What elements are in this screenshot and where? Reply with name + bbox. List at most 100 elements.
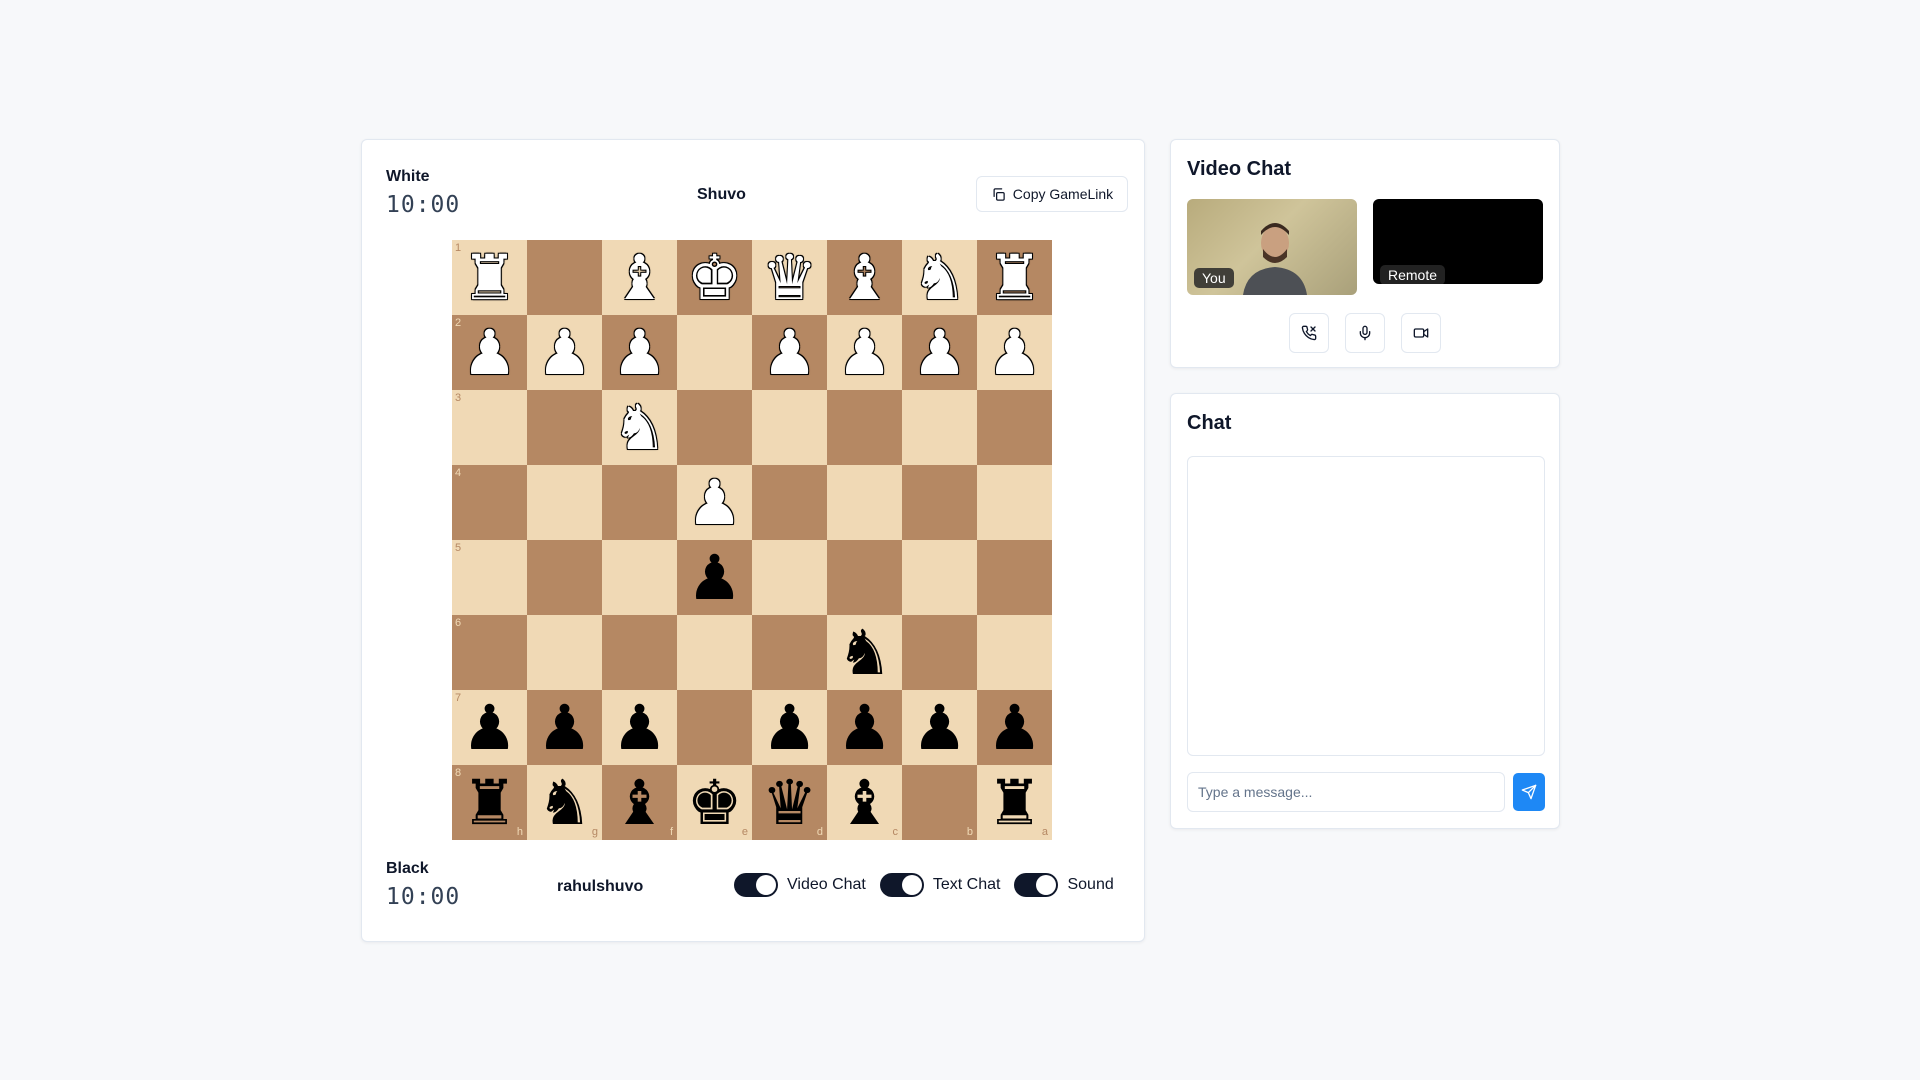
white-pawn-icon[interactable]: ♟ (462, 321, 518, 384)
board-square[interactable] (977, 540, 1052, 615)
board-square[interactable] (602, 540, 677, 615)
video-chat-toggle[interactable] (734, 873, 778, 897)
white-pawn-icon[interactable]: ♟ (537, 321, 593, 384)
black-bishop-icon[interactable]: ♝ (837, 771, 893, 834)
white-rook-icon[interactable]: ♜ (462, 246, 518, 309)
black-pawn-icon[interactable]: ♟ (912, 696, 968, 759)
board-square[interactable] (752, 465, 827, 540)
copy-gamelink-button[interactable]: Copy GameLink (976, 176, 1128, 212)
send-message-button[interactable] (1513, 773, 1545, 811)
chess-board[interactable]: 1 ♜ ♝ ♚ ♛ ♝ ♞ ♜ 2 ♟ ♟ ♟ ♟ ♟ ♟ ♟ 3 ♞ 4 ♟ 5 ♟ 6 ♞ 7 ♟ ♟ ♟ ♟ ♟ ♟ ♟ 8 h ♜ g ♞ f ♝ e… (452, 240, 1052, 840)
board-square[interactable]: ♟ (527, 315, 602, 390)
board-square[interactable] (602, 465, 677, 540)
black-bishop-icon[interactable]: ♝ (612, 771, 668, 834)
white-pawn-icon[interactable]: ♟ (987, 321, 1043, 384)
board-square[interactable] (902, 540, 977, 615)
board-square[interactable]: ♟ (602, 315, 677, 390)
text-chat-toggle[interactable] (879, 873, 924, 897)
board-square[interactable]: 4 (452, 465, 527, 540)
board-square[interactable]: b (902, 765, 977, 840)
board-square[interactable]: 1 ♜ (452, 240, 527, 315)
board-square[interactable]: ♟ (677, 465, 752, 540)
board-square[interactable]: 6 (452, 615, 527, 690)
board-square[interactable] (602, 615, 677, 690)
board-square[interactable]: ♟ (827, 690, 902, 765)
board-square[interactable] (977, 615, 1052, 690)
black-rook-icon[interactable]: ♜ (462, 771, 518, 834)
board-square[interactable] (527, 540, 602, 615)
white-king-icon[interactable]: ♚ (687, 246, 743, 309)
board-square[interactable]: a ♜ (977, 765, 1052, 840)
board-square[interactable] (902, 465, 977, 540)
board-square[interactable]: ♜ (977, 240, 1052, 315)
board-square[interactable]: 8 h ♜ (452, 765, 527, 840)
board-square[interactable] (527, 240, 602, 315)
black-pawn-icon[interactable]: ♟ (762, 696, 818, 759)
black-pawn-icon[interactable]: ♟ (462, 696, 518, 759)
board-square[interactable] (677, 390, 752, 465)
toggle-camera-button[interactable] (1401, 313, 1441, 353)
black-queen-icon[interactable]: ♛ (762, 771, 818, 834)
black-knight-icon[interactable]: ♞ (537, 771, 593, 834)
white-pawn-icon[interactable]: ♟ (687, 471, 743, 534)
black-pawn-icon[interactable]: ♟ (687, 546, 743, 609)
board-square[interactable] (752, 615, 827, 690)
black-king-icon[interactable]: ♚ (687, 771, 743, 834)
white-bishop-icon[interactable]: ♝ (612, 246, 668, 309)
mute-microphone-button[interactable] (1345, 313, 1385, 353)
black-pawn-icon[interactable]: ♟ (537, 696, 593, 759)
black-pawn-icon[interactable]: ♟ (987, 696, 1043, 759)
board-square[interactable]: d ♛ (752, 765, 827, 840)
board-square[interactable] (827, 465, 902, 540)
board-square[interactable] (677, 690, 752, 765)
board-square[interactable] (827, 390, 902, 465)
board-square[interactable]: c ♝ (827, 765, 902, 840)
board-square[interactable]: ♞ (602, 390, 677, 465)
board-square[interactable] (527, 390, 602, 465)
board-square[interactable]: ♞ (827, 615, 902, 690)
white-pawn-icon[interactable]: ♟ (612, 321, 668, 384)
board-square[interactable]: ♛ (752, 240, 827, 315)
board-square[interactable] (977, 465, 1052, 540)
board-square[interactable]: 2 ♟ (452, 315, 527, 390)
board-square[interactable]: 3 (452, 390, 527, 465)
board-square[interactable]: ♟ (902, 690, 977, 765)
board-square[interactable]: e ♚ (677, 765, 752, 840)
board-square[interactable] (527, 615, 602, 690)
white-rook-icon[interactable]: ♜ (987, 246, 1043, 309)
board-square[interactable]: ♟ (977, 690, 1052, 765)
board-square[interactable] (752, 540, 827, 615)
board-square[interactable] (677, 615, 752, 690)
board-square[interactable]: ♞ (902, 240, 977, 315)
chat-message-input[interactable] (1187, 772, 1505, 812)
white-pawn-icon[interactable]: ♟ (912, 321, 968, 384)
board-square[interactable] (977, 390, 1052, 465)
board-square[interactable]: g ♞ (527, 765, 602, 840)
white-pawn-icon[interactable]: ♟ (762, 321, 818, 384)
white-knight-icon[interactable]: ♞ (612, 396, 668, 459)
board-square[interactable] (752, 390, 827, 465)
black-knight-icon[interactable]: ♞ (837, 621, 893, 684)
board-square[interactable]: f ♝ (602, 765, 677, 840)
board-square[interactable]: ♟ (677, 540, 752, 615)
board-square[interactable] (527, 465, 602, 540)
board-square[interactable]: ♟ (602, 690, 677, 765)
board-square[interactable]: ♟ (752, 315, 827, 390)
white-queen-icon[interactable]: ♛ (762, 246, 818, 309)
white-pawn-icon[interactable]: ♟ (837, 321, 893, 384)
board-square[interactable]: ♟ (977, 315, 1052, 390)
black-rook-icon[interactable]: ♜ (987, 771, 1043, 834)
black-pawn-icon[interactable]: ♟ (837, 696, 893, 759)
board-square[interactable] (902, 390, 977, 465)
board-square[interactable]: ♟ (752, 690, 827, 765)
board-square[interactable] (902, 615, 977, 690)
board-square[interactable] (677, 315, 752, 390)
board-square[interactable]: ♟ (527, 690, 602, 765)
board-square[interactable]: 7 ♟ (452, 690, 527, 765)
sound-toggle[interactable] (1014, 873, 1059, 897)
board-square[interactable]: ♝ (827, 240, 902, 315)
chat-messages-area[interactable] (1187, 456, 1545, 756)
white-bishop-icon[interactable]: ♝ (837, 246, 893, 309)
board-square[interactable]: ♟ (827, 315, 902, 390)
end-call-button[interactable] (1289, 313, 1329, 353)
